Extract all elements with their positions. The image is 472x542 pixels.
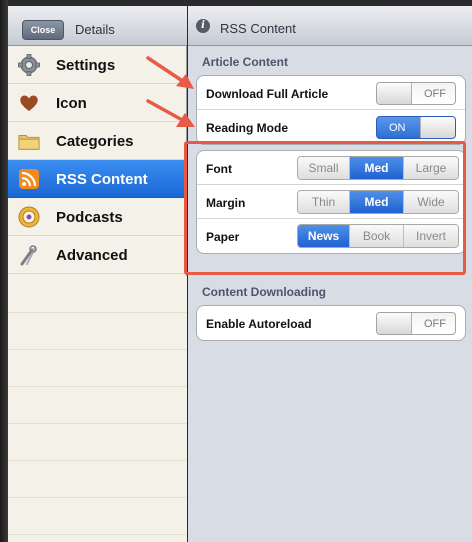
section-header-content-downloading: Content Downloading [202, 285, 326, 299]
article-content-group: Download Full Article OFF Reading Mode O… [196, 75, 466, 145]
annotation-highlight-box [184, 141, 466, 275]
left-panel-title: Details [75, 22, 115, 37]
content-downloading-group: Enable Autoreload OFF [196, 305, 466, 341]
enable-autoreload-label: Enable Autoreload [206, 317, 312, 331]
sidebar-item-podcasts[interactable]: Podcasts [8, 198, 187, 236]
tools-icon [18, 244, 40, 266]
sidebar-item-label: Categories [56, 133, 134, 150]
reading-mode-toggle[interactable]: ON [376, 116, 456, 139]
toggle-knob [377, 83, 412, 104]
close-button[interactable]: Close [22, 20, 64, 40]
toggle-state: OFF [424, 88, 446, 100]
info-icon: i [196, 19, 210, 33]
sidebar-item-label: Settings [56, 57, 116, 74]
sidebar-item-label: Icon [56, 95, 87, 112]
heart-icon [18, 92, 40, 114]
download-full-article-row: Download Full Article OFF [197, 76, 465, 110]
folder-icon [18, 130, 40, 152]
section-header-article-content: Article Content [202, 55, 289, 69]
podcast-icon [18, 206, 40, 228]
sidebar-item-label: RSS Content [56, 171, 148, 188]
empty-list-area [8, 276, 187, 542]
toggle-state: ON [389, 122, 406, 134]
enable-autoreload-row: Enable Autoreload OFF [197, 306, 465, 340]
download-full-article-label: Download Full Article [206, 87, 329, 101]
reading-mode-label: Reading Mode [206, 121, 289, 135]
toggle-knob [377, 313, 412, 334]
toggle-knob [420, 117, 455, 138]
annotation-arrow-icon [146, 99, 195, 127]
enable-autoreload-toggle[interactable]: OFF [376, 312, 456, 335]
reading-mode-row: Reading Mode ON [197, 110, 465, 144]
left-header: Close Details [8, 6, 187, 46]
download-full-article-toggle[interactable]: OFF [376, 82, 456, 105]
annotation-arrow-icon [146, 56, 194, 89]
sidebar-item-label: Podcasts [56, 209, 123, 226]
page-title: RSS Content [220, 21, 296, 36]
sidebar-item-rss-content[interactable]: RSS Content [8, 160, 187, 198]
rss-icon [18, 168, 40, 190]
toggle-state: OFF [424, 318, 446, 330]
background-edge-left [0, 0, 8, 542]
right-header: i RSS Content [188, 6, 472, 46]
sidebar-item-label: Advanced [56, 247, 128, 264]
gear-icon [18, 54, 40, 76]
sidebar-item-advanced[interactable]: Advanced [8, 236, 187, 274]
